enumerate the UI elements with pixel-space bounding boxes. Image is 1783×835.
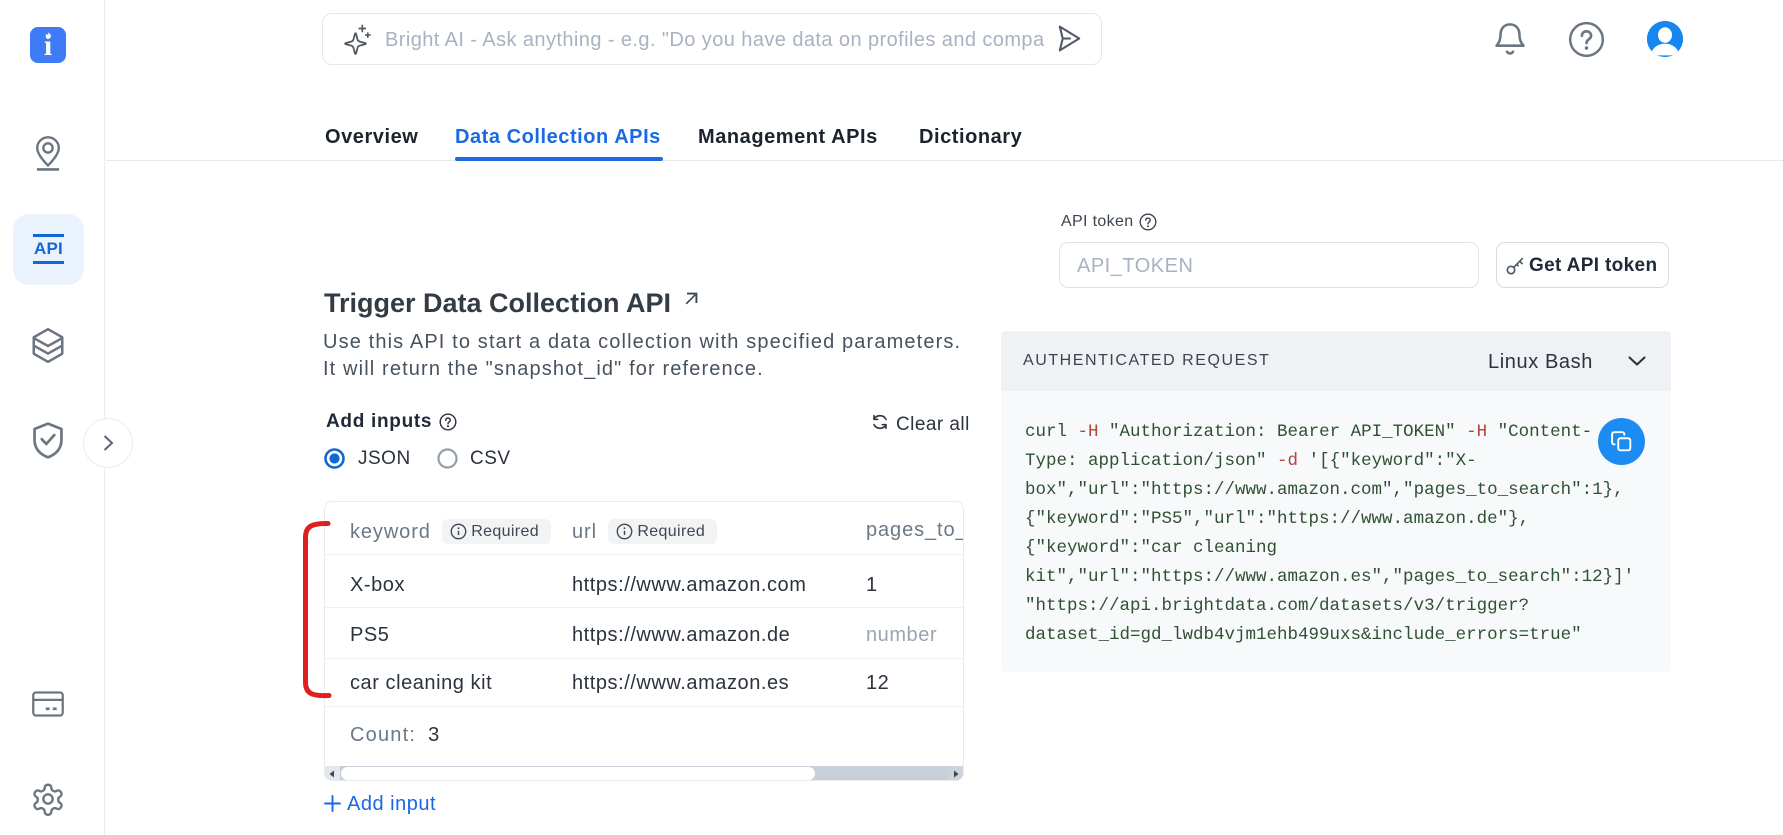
svg-text:i: i [44,29,52,62]
